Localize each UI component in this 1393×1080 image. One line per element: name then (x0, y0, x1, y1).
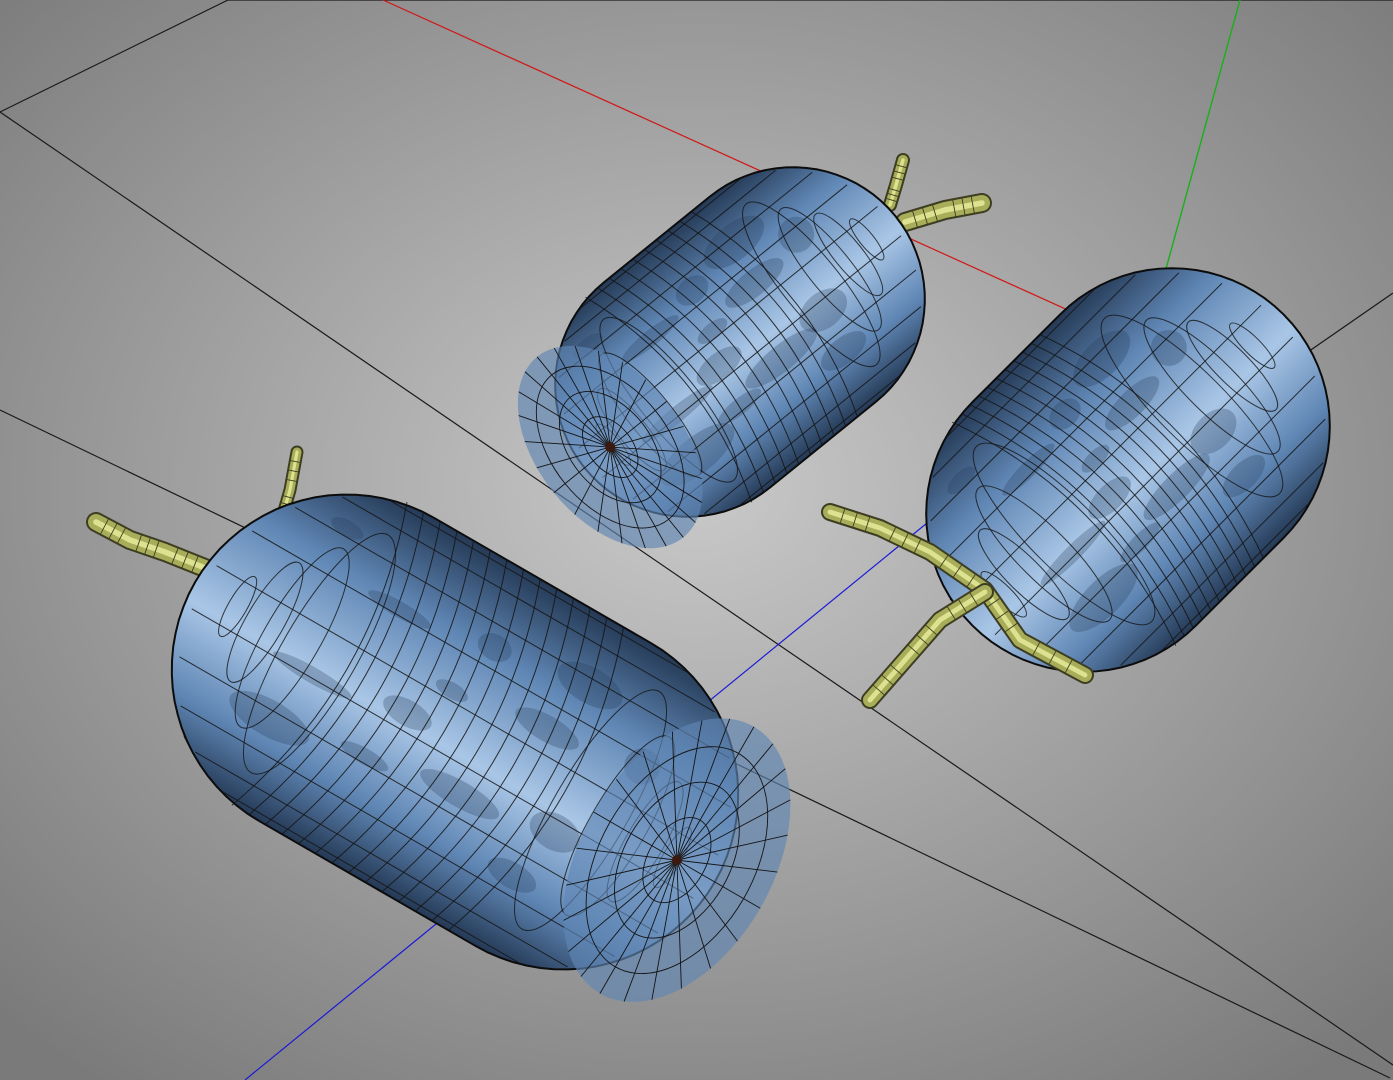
3d-viewport[interactable] (0, 0, 1393, 1080)
viewport-canvas[interactable] (0, 0, 1393, 1080)
